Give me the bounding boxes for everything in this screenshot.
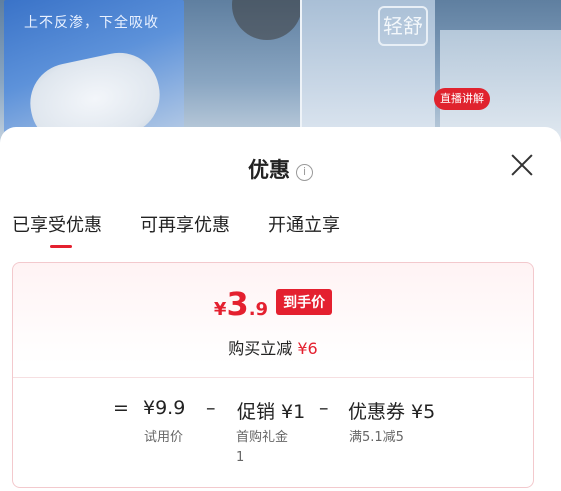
tab-more-discounts[interactable]: 可再享优惠 [140, 211, 230, 251]
tab-enjoyed-discounts[interactable]: 已享受优惠 [12, 211, 102, 251]
minus-sign: – [319, 397, 329, 419]
promo-discount: 促销 ¥1 [237, 401, 306, 423]
close-icon[interactable] [508, 151, 536, 179]
final-price: ¥3.9 到手价 [13, 285, 533, 323]
brand-mark: 轻舒 [378, 6, 428, 46]
discount-summary: 购买立减 ¥6 [13, 335, 533, 359]
discount-tabs: 已享受优惠 可再享优惠 开通立享 [12, 211, 378, 251]
tab-label: 已享受优惠 [12, 215, 102, 236]
product-box-image-2 [440, 30, 561, 140]
info-icon[interactable]: i [296, 164, 313, 181]
trial-price-label: 试用价 [144, 430, 184, 445]
equals-sign: = [113, 397, 129, 419]
discount-sheet: 优惠 i 已享受优惠 可再享优惠 开通立享 ¥3.9 到手价 购买立减 ¥6 = ¥… [0, 127, 561, 491]
live-explain-badge[interactable]: 直播讲解 [434, 88, 490, 110]
price-decimal: .9 [248, 299, 269, 320]
tab-label: 开通立享 [268, 215, 340, 236]
tab-label: 可再享优惠 [140, 215, 230, 236]
promo-label-line2: 1 [236, 450, 245, 465]
active-tab-indicator [50, 245, 72, 248]
coupon-discount: 优惠券 ¥5 [348, 401, 436, 423]
price-integer: 3 [226, 285, 249, 323]
discount-amount: ¥6 [297, 339, 318, 358]
currency-symbol: ¥ [213, 299, 227, 320]
price-card: ¥3.9 到手价 购买立减 ¥6 = ¥9.9 – 促销 ¥1 – 优惠券 ¥5 … [12, 262, 534, 488]
promo-label-line1: 首购礼金 [236, 430, 289, 445]
trial-price: ¥9.9 [143, 397, 186, 419]
promo-label: 首购礼金 1 [236, 428, 288, 468]
video-play-icon[interactable] [232, 0, 302, 40]
coupon-label: 满5.1减5 [349, 430, 404, 445]
discount-label: 购买立减 [228, 339, 293, 358]
divider [13, 377, 533, 378]
sheet-title-text: 优惠 [248, 158, 290, 182]
minus-sign: – [206, 397, 216, 419]
sheet-title: 优惠 i [0, 154, 561, 184]
final-price-tag: 到手价 [276, 289, 333, 315]
promo-text: 上不反渗，下全吸收 [24, 15, 159, 31]
tab-activate-discounts[interactable]: 开通立享 [268, 211, 340, 251]
